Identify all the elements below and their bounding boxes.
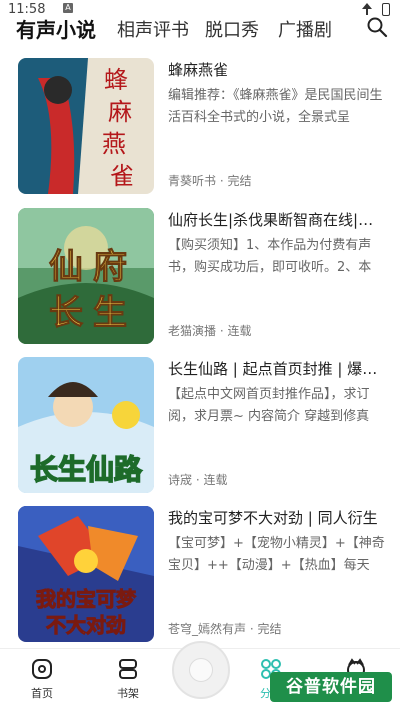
item-meta: 苍穹_嫣然有声 · 完结 xyxy=(168,622,282,636)
list-item[interactable]: 蜂 麻 燕 雀 蜂麻燕雀 编辑推荐：《蜂麻燕雀》是民国民间生活百科全书式的小说，… xyxy=(0,58,400,198)
item-info: 长生仙路 | 起点首页封推 | 爆款修仙 【起点中文网首页封推作品】，求订阅，求… xyxy=(168,357,386,493)
svg-text:燕: 燕 xyxy=(102,130,126,158)
list-item[interactable]: 长生仙路 长生仙路 | 起点首页封推 | 爆款修仙 【起点中文网首页封推作品】，… xyxy=(0,357,400,497)
top-nav: 有声小说 相声评书 脱口秀 广播剧 xyxy=(0,12,400,46)
item-description: 编辑推荐：《蜂麻燕雀》是民国民间生活百科全书式的小说，全景式呈 xyxy=(168,88,383,125)
book-cover[interactable]: 长生仙路 xyxy=(18,357,154,493)
list-item[interactable]: 我的宝可梦 不大对劲 我的宝可梦不大对劲 | 同人衍生 【宝可梦】+【宠物小精灵… xyxy=(0,506,400,646)
player-disc-icon[interactable] xyxy=(172,641,230,699)
tab-radio-drama[interactable]: 广播剧 xyxy=(278,16,332,42)
svg-text:我的宝可梦: 我的宝可梦 xyxy=(36,587,137,611)
nav-bookshelf-label: 书架 xyxy=(117,687,139,700)
tab-crosstalk[interactable]: 相声评书 xyxy=(117,16,189,42)
tab-audio-novel[interactable]: 有声小说 xyxy=(16,14,96,43)
svg-text:蜂: 蜂 xyxy=(104,66,128,94)
book-cover[interactable]: 蜂 麻 燕 雀 xyxy=(18,58,154,194)
item-meta: 老猫演播 · 连载 xyxy=(168,324,252,338)
item-description: 【宝可梦】+【宠物小精灵】+【神奇宝贝】++【动漫】+【热血】每天 xyxy=(168,536,385,573)
item-description: 【起点中文网首页封推作品】，求订阅，求月票~ 内容简介 穿越到修真 xyxy=(168,387,370,424)
item-title[interactable]: 仙府长生|杀伐果断智商在线|爽文 xyxy=(168,210,386,230)
item-title[interactable]: 我的宝可梦不大对劲 | 同人衍生 xyxy=(168,508,386,528)
nav-home[interactable]: 首页 xyxy=(14,649,70,710)
item-title[interactable]: 蜂麻燕雀 xyxy=(168,60,386,80)
svg-text:生: 生 xyxy=(93,293,127,333)
player-disc-center xyxy=(189,658,213,682)
item-title[interactable]: 长生仙路 | 起点首页封推 | 爆款修仙 xyxy=(168,359,386,379)
book-cover[interactable]: 我的宝可梦 不大对劲 xyxy=(18,506,154,642)
item-meta: 诗宬 · 连载 xyxy=(168,473,228,487)
search-icon[interactable] xyxy=(366,16,388,38)
item-info: 仙府长生|杀伐果断智商在线|爽文 【购买须知】1、本作品为付费有声书，购买成功后… xyxy=(168,208,386,344)
svg-text:府: 府 xyxy=(93,247,127,287)
watermark-logo: 谷普软件园 xyxy=(270,672,392,702)
item-meta: 青葵听书 · 完结 xyxy=(168,174,252,188)
nav-bookshelf[interactable]: 书架 xyxy=(100,649,156,710)
item-info: 蜂麻燕雀 编辑推荐：《蜂麻燕雀》是民国民间生活百科全书式的小说，全景式呈 青葵听… xyxy=(168,58,386,194)
svg-text:长: 长 xyxy=(49,293,83,333)
tab-talk-show[interactable]: 脱口秀 xyxy=(205,16,259,42)
svg-text:不大对劲: 不大对劲 xyxy=(46,613,126,637)
nav-home-label: 首页 xyxy=(31,687,53,700)
list-item[interactable]: 仙 府 长 生 仙府长生|杀伐果断智商在线|爽文 【购买须知】1、本作品为付费有… xyxy=(0,208,400,348)
svg-text:麻: 麻 xyxy=(108,98,132,126)
item-info: 我的宝可梦不大对劲 | 同人衍生 【宝可梦】+【宠物小精灵】+【神奇宝贝】++【… xyxy=(168,506,386,642)
svg-text:仙: 仙 xyxy=(49,247,83,287)
svg-text:雀: 雀 xyxy=(110,162,134,190)
home-icon xyxy=(32,659,52,679)
item-description: 【购买须知】1、本作品为付费有声书，购买成功后，即可收听。2、本 xyxy=(168,238,372,275)
bookshelf-icon xyxy=(119,659,137,679)
book-cover[interactable]: 仙 府 长 生 xyxy=(18,208,154,344)
svg-text:长生仙路: 长生仙路 xyxy=(30,453,143,486)
